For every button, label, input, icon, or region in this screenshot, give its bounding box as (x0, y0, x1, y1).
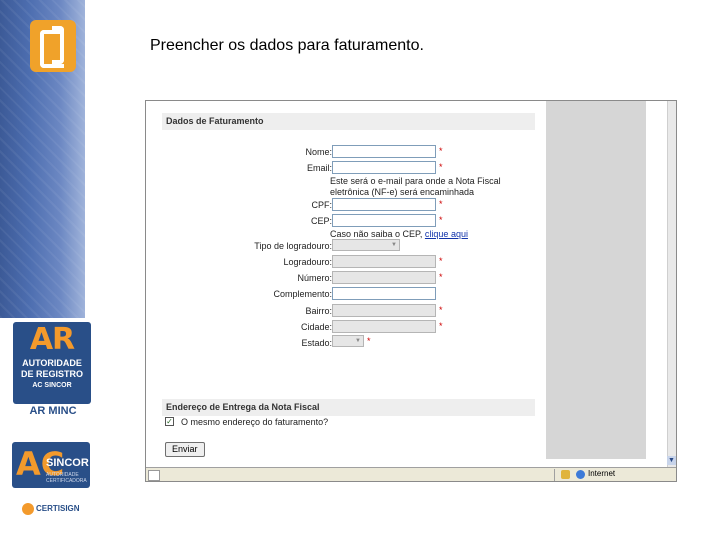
email-note-line-1: Este será o e-mail para onde a Nota Fisc… (330, 176, 501, 186)
ac-sincor-badge: AC SINCOR AUTORIDADE CERTIFICADORA (12, 442, 90, 488)
submit-button[interactable]: Enviar (165, 442, 205, 457)
ar-logo-text: AR (29, 322, 75, 357)
browser-status-bar: Internet (146, 467, 676, 481)
label-tipo-logradouro: Tipo de logradouro: (254, 241, 332, 251)
same-address-label: O mesmo endereço do faturamento? (181, 417, 329, 427)
email-note-line-2: eletrônica (NF-e) será encaminhada (330, 187, 475, 197)
required-mark: * (439, 146, 443, 156)
chevron-down-icon: ▼ (355, 338, 361, 344)
required-mark: * (439, 256, 443, 266)
label-email: Email: (306, 163, 332, 173)
required-mark: * (439, 215, 443, 225)
nome-input[interactable] (332, 145, 436, 158)
company-logo-icon (30, 20, 76, 72)
label-cep: CEP: (310, 216, 332, 226)
status-divider (554, 469, 555, 481)
ac-subtitle: AUTORIDADE CERTIFICADORA (46, 472, 87, 484)
label-complemento: Complemento: (273, 289, 332, 299)
cep-note-text: Caso não saiba o CEP, (330, 229, 423, 239)
scroll-down-arrow-icon[interactable]: ▼ (667, 456, 676, 465)
slide-title: Preencher os dados para faturamento. (150, 37, 424, 54)
section-header-delivery: Endereço de Entrega da Nota Fiscal (162, 399, 535, 416)
label-nome: Nome: (305, 147, 332, 157)
ar-minc-label: AR MINC (29, 405, 77, 417)
required-mark: * (439, 272, 443, 282)
section-header-billing: Dados de Faturamento (162, 113, 535, 130)
required-mark: * (439, 305, 443, 315)
certisign-icon (22, 503, 34, 515)
label-numero: Número: (297, 273, 332, 283)
cep-lookup-link[interactable]: clique aqui (425, 229, 468, 239)
required-mark: * (367, 336, 371, 346)
label-logradouro: Logradouro: (283, 257, 332, 267)
ar-badge: AR AUTORIDADE DE REGISTRO AC SINCOR (13, 322, 91, 404)
side-panel (546, 101, 646, 459)
ac-name: SINCOR (46, 457, 89, 469)
security-zone-label: Internet (588, 469, 616, 478)
email-input[interactable] (332, 161, 436, 174)
globe-icon (576, 470, 585, 479)
certisign-logo: CERTISIGN (22, 503, 80, 515)
logradouro-input[interactable] (332, 255, 436, 268)
ar-line-1: AUTORIDADE (22, 358, 82, 368)
label-cidade: Cidade: (300, 322, 332, 332)
certisign-label: CERTISIGN (36, 504, 80, 514)
label-bairro: Bairro: (305, 306, 332, 316)
bairro-input[interactable] (332, 304, 436, 317)
ar-line-3: AC SINCOR (32, 382, 72, 389)
chevron-down-icon: ▼ (391, 242, 397, 248)
cep-input[interactable] (332, 214, 436, 227)
lock-icon (561, 470, 570, 479)
ar-line-2: DE REGISTRO (20, 369, 83, 379)
required-mark: * (439, 199, 443, 209)
same-address-checkbox[interactable]: ✓ (165, 417, 174, 426)
label-cpf: CPF: (311, 200, 332, 210)
required-mark: * (439, 321, 443, 331)
numero-input[interactable] (332, 271, 436, 284)
vertical-scrollbar[interactable] (667, 101, 676, 467)
page-status-icon (148, 470, 160, 481)
tipo-logradouro-select[interactable]: ▼ (332, 239, 400, 251)
cpf-input[interactable] (332, 198, 436, 211)
billing-form: Dados de Faturamento Nome: * Email: * Es… (162, 113, 537, 463)
estado-select[interactable]: ▼ (332, 335, 364, 347)
brand-sidebar: AR AUTORIDADE DE REGISTRO AC SINCOR AR M… (0, 0, 91, 540)
browser-window: ▼ Dados de Faturamento Nome: * Email: * … (145, 100, 677, 482)
cidade-input[interactable] (332, 320, 436, 333)
label-estado: Estado: (301, 338, 332, 348)
required-mark: * (439, 162, 443, 172)
complemento-input[interactable] (332, 287, 436, 300)
